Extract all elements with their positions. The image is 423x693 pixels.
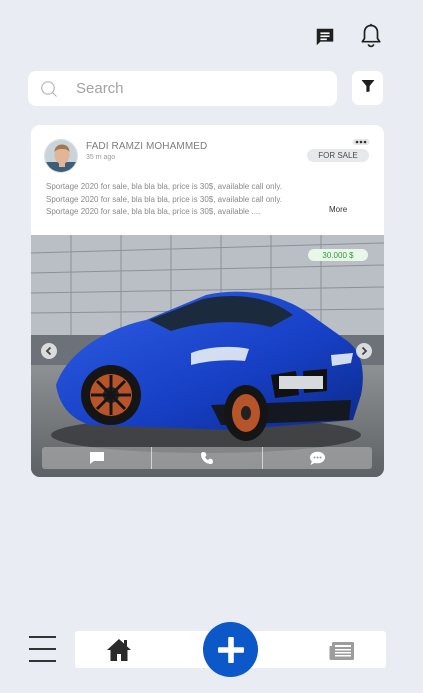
menu-button[interactable] xyxy=(28,634,57,664)
post-description: Sportage 2020 for sale, bla bla bla, pri… xyxy=(46,181,356,219)
filter-button[interactable] xyxy=(352,71,383,105)
phone-icon xyxy=(200,452,213,464)
message-icon xyxy=(89,452,104,464)
more-link[interactable]: More xyxy=(329,205,347,214)
search-input[interactable] xyxy=(76,80,306,97)
home-button[interactable] xyxy=(105,637,133,663)
arrow-left-icon xyxy=(45,346,52,356)
post-time: 35 m ago xyxy=(86,154,116,161)
hamburger-icon xyxy=(29,636,56,662)
search-bar xyxy=(28,71,337,106)
message-button[interactable] xyxy=(42,447,153,469)
chat-bubble-icon xyxy=(309,451,325,465)
previous-image-button[interactable] xyxy=(41,343,57,359)
next-image-button[interactable] xyxy=(356,343,372,359)
status-badge: FOR SALE xyxy=(307,149,369,162)
price-tag: 30.000 $ xyxy=(308,249,368,261)
description-line: Sportage 2020 for sale, bla bla bla, pri… xyxy=(46,194,282,204)
avatar[interactable] xyxy=(44,139,78,173)
arrow-right-icon xyxy=(361,346,368,356)
post-author[interactable]: FADI RAMZI MOHAMMED xyxy=(86,141,207,152)
add-post-button[interactable] xyxy=(203,622,258,677)
description-line: Sportage 2020 for sale, bla bla bla, pri… xyxy=(46,182,282,191)
call-button[interactable] xyxy=(152,447,263,469)
plus-icon xyxy=(217,636,244,663)
chat-icon[interactable] xyxy=(312,25,338,49)
more-options-icon[interactable] xyxy=(352,133,370,145)
news-button[interactable] xyxy=(328,640,355,662)
car-image xyxy=(31,235,384,477)
bell-icon[interactable] xyxy=(358,21,384,51)
description-line: Sportage 2020 for sale, bla bla bla, pri… xyxy=(46,207,261,216)
post-photo[interactable]: 30.000 $ xyxy=(31,235,384,477)
chat-button[interactable] xyxy=(263,447,372,469)
post-actions xyxy=(42,447,372,469)
search-icon xyxy=(40,80,58,98)
filter-icon xyxy=(361,79,375,98)
home-icon xyxy=(107,639,131,661)
newspaper-icon xyxy=(329,642,354,660)
post-card: FADI RAMZI MOHAMMED 35 m ago FOR SALE Sp… xyxy=(31,125,384,477)
